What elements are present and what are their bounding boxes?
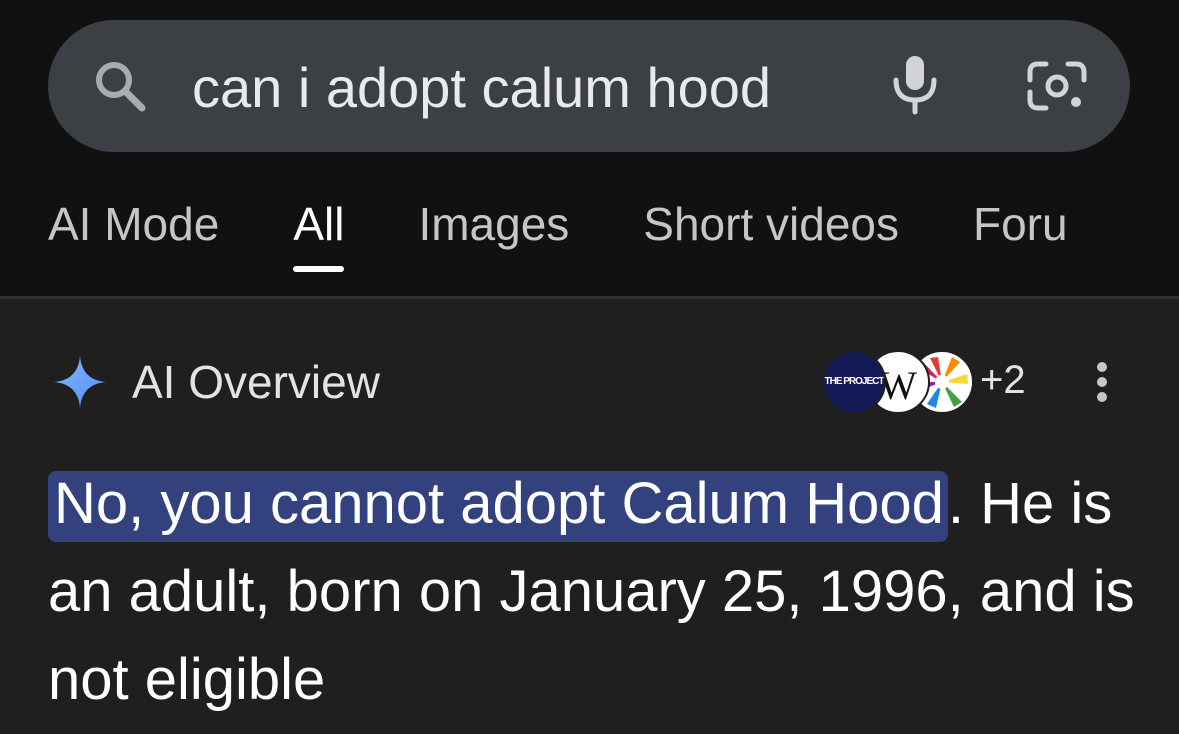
sparkle-icon <box>54 356 106 408</box>
lens-icon[interactable] <box>1024 56 1090 116</box>
the-project-logo: THE PROJECT <box>824 376 884 387</box>
answer-highlight: No, you cannot adopt Calum Hood <box>48 471 948 542</box>
ai-overview-title: AI Overview <box>132 356 380 408</box>
tab-all[interactable]: All <box>293 190 345 272</box>
header-divider <box>0 296 1179 299</box>
more-sources-count[interactable]: +2 <box>980 358 1026 403</box>
ai-overview-answer: No, you cannot adopt Calum Hood. He is a… <box>48 460 1148 724</box>
tab-forums[interactable]: Foru <box>973 190 1068 270</box>
mic-icon[interactable] <box>882 52 948 118</box>
ai-overview-header: AI Overview THE PROJECT W +2 <box>50 350 1150 414</box>
tab-short-videos[interactable]: Short videos <box>643 190 899 270</box>
tab-images[interactable]: Images <box>418 190 569 270</box>
source-avatars[interactable]: THE PROJECT W <box>822 350 974 414</box>
more-options-icon[interactable] <box>1090 360 1114 404</box>
search-input[interactable] <box>192 52 852 122</box>
search-icon[interactable] <box>90 56 150 116</box>
tab-ai-mode[interactable]: AI Mode <box>48 190 219 270</box>
search-tabs: AI Mode All Images Short videos Foru <box>48 190 1142 272</box>
source-avatar-the-project[interactable]: THE PROJECT <box>822 350 886 414</box>
